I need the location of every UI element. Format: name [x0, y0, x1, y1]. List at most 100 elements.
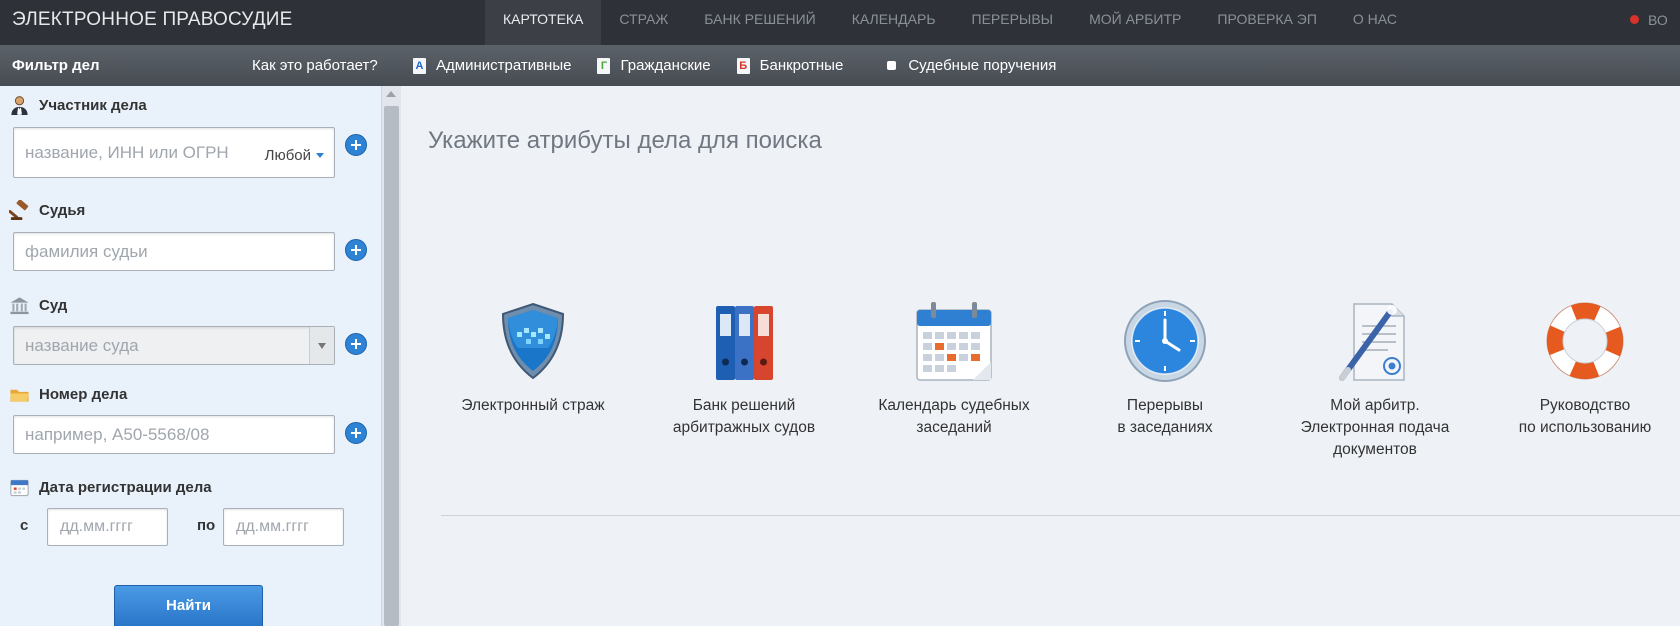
- participant-input[interactable]: [25, 128, 255, 177]
- add-participant-button[interactable]: [345, 134, 367, 156]
- tile-electronic-guard[interactable]: Электронный страж: [428, 298, 638, 417]
- login-link[interactable]: ВО: [1630, 12, 1668, 28]
- court-field: [13, 326, 335, 365]
- sidebar-scrollbar[interactable]: [381, 86, 402, 626]
- tile-label-line: по использованию: [1518, 419, 1652, 436]
- date-from-label: с: [20, 517, 29, 534]
- tile-label-line: Перерывы: [1126, 397, 1204, 414]
- nav-kalendar[interactable]: КАЛЕНДАРЬ: [834, 0, 954, 45]
- chevron-down-icon: [316, 153, 324, 158]
- site-logo[interactable]: ЭЛЕКТРОННОЕ ПРАВОСУДИЕ: [12, 9, 293, 31]
- clock-icon: [1124, 300, 1206, 382]
- tile-label-line: документов: [1333, 441, 1417, 458]
- tile-label-line: заседаний: [916, 419, 992, 436]
- tile-court-calendar[interactable]: Календарь судебных заседаний: [849, 298, 1059, 439]
- participant-field: Любой: [13, 127, 335, 178]
- filter-civil[interactable]: Г Гражданские: [597, 57, 711, 74]
- reg-date-section-title: Дата регистрации дела: [9, 477, 212, 498]
- court-section-title: Суд: [9, 295, 67, 316]
- tile-decisions-bank[interactable]: Банк решений арбитражных судов: [639, 298, 849, 439]
- tile-label-line: в заседаниях: [1117, 419, 1213, 436]
- binders-icon: [716, 306, 773, 380]
- filter-court-orders[interactable]: Судебные поручения: [887, 57, 1056, 74]
- lifebuoy-icon: [1546, 302, 1624, 380]
- nav-o-nas[interactable]: О НАС: [1335, 0, 1415, 45]
- tile-label-line: Календарь судебных: [878, 397, 1030, 414]
- filter-bankruptcy-label: Банкротные: [759, 57, 844, 74]
- participant-mode-label: Любой: [264, 147, 311, 164]
- calendar-small-icon: [10, 479, 29, 497]
- case-number-label: Номер дела: [39, 386, 128, 403]
- administrative-letter-icon: А: [413, 57, 426, 74]
- add-case-number-button[interactable]: [345, 422, 367, 444]
- tile-label: Банк решений арбитражных судов: [639, 395, 849, 439]
- find-button[interactable]: Найти: [114, 585, 263, 626]
- tile-label-line: Мой арбитр.: [1330, 397, 1420, 414]
- date-to-field: [223, 508, 344, 546]
- how-it-works-link[interactable]: Как это работает?: [252, 57, 378, 74]
- filter-bankruptcy[interactable]: Б Банкротные: [736, 57, 844, 74]
- participant-label: Участник дела: [39, 97, 147, 114]
- content-divider: [441, 515, 1680, 516]
- date-from-input[interactable]: [60, 509, 160, 545]
- document-pen-icon: [1339, 303, 1405, 381]
- calendar-icon: [916, 302, 992, 381]
- courthouse-icon: [10, 297, 29, 315]
- shield-icon: [501, 302, 565, 380]
- tile-label-line: Банк решений: [692, 397, 796, 414]
- tile-label: Электронный страж: [428, 395, 638, 417]
- court-dropdown-button[interactable]: [309, 327, 334, 364]
- civil-letter-icon: Г: [597, 57, 611, 74]
- case-number-section-title: Номер дела: [9, 384, 127, 405]
- nav-moy-arbitr[interactable]: МОЙ АРБИТР: [1071, 0, 1199, 45]
- filter-court-orders-label: Судебные поручения: [908, 57, 1057, 74]
- filter-administrative[interactable]: А Административные: [413, 57, 571, 74]
- court-label: Суд: [39, 297, 68, 314]
- tile-label: Перерывы в заседаниях: [1060, 395, 1270, 439]
- judge-label: Судья: [39, 202, 86, 219]
- judge-input[interactable]: [25, 233, 265, 270]
- status-dot-icon: [1630, 15, 1639, 24]
- tile-label: Мой арбитр. Электронная подача документо…: [1270, 395, 1480, 461]
- tile-my-arbitr[interactable]: Мой арбитр. Электронная подача документо…: [1270, 298, 1480, 461]
- filter-civil-label: Гражданские: [620, 57, 711, 74]
- court-input[interactable]: [25, 327, 265, 364]
- nav-kartoteka[interactable]: КАРТОТЕКА: [485, 0, 602, 45]
- judge-section-title: Судья: [9, 200, 85, 221]
- filter-bar: Фильтр дел Как это работает? А Администр…: [0, 45, 1680, 86]
- add-court-button[interactable]: [345, 333, 367, 355]
- filter-administrative-label: Административные: [436, 57, 572, 74]
- tile-label-line: Электронный страж: [461, 397, 605, 414]
- participant-mode-dropdown[interactable]: Любой: [265, 147, 324, 164]
- main-nav: КАРТОТЕКА СТРАЖ БАНК РЕШЕНИЙ КАЛЕНДАРЬ П…: [485, 0, 1415, 45]
- tile-label-line: Руководство: [1539, 397, 1631, 414]
- gavel-icon: [9, 200, 29, 221]
- add-judge-button[interactable]: [345, 239, 367, 261]
- scroll-up-arrow-icon[interactable]: [386, 91, 396, 97]
- nav-pereryvy[interactable]: ПЕРЕРЫВЫ: [954, 0, 1072, 45]
- top-navigation-bar: ЭЛЕКТРОННОЕ ПРАВОСУДИЕ КАРТОТЕКА СТРАЖ Б…: [0, 0, 1680, 45]
- date-to-input[interactable]: [236, 509, 336, 545]
- date-to-label: по: [197, 517, 216, 534]
- participant-section-title: Участник дела: [9, 95, 147, 116]
- tile-user-guide[interactable]: Руководство по использованию: [1480, 298, 1680, 439]
- judge-field: [13, 232, 335, 271]
- bankruptcy-letter-icon: Б: [736, 57, 750, 74]
- page-title: Укажите атрибуты дела для поиска: [428, 127, 822, 154]
- login-label: ВО: [1648, 12, 1668, 28]
- date-from-field: [47, 508, 168, 546]
- case-number-field: [13, 415, 335, 454]
- court-orders-square-icon: [887, 61, 897, 70]
- nav-bank-resheniy[interactable]: БАНК РЕШЕНИЙ: [686, 0, 833, 45]
- nav-strazh[interactable]: СТРАЖ: [601, 0, 686, 45]
- tile-label-line: арбитражных судов: [672, 419, 816, 436]
- nav-proverka-ep[interactable]: ПРОВЕРКА ЭП: [1199, 0, 1335, 45]
- case-number-input[interactable]: [25, 416, 265, 453]
- reg-date-label: Дата регистрации дела: [39, 479, 212, 496]
- person-icon: [11, 96, 28, 116]
- tile-label: Календарь судебных заседаний: [849, 395, 1059, 439]
- filter-title: Фильтр дел: [12, 57, 100, 74]
- scrollbar-thumb[interactable]: [384, 106, 399, 626]
- tile-breaks[interactable]: Перерывы в заседаниях: [1060, 298, 1270, 439]
- case-type-filters: А Административные Г Гражданские Б Банкр…: [413, 45, 1082, 86]
